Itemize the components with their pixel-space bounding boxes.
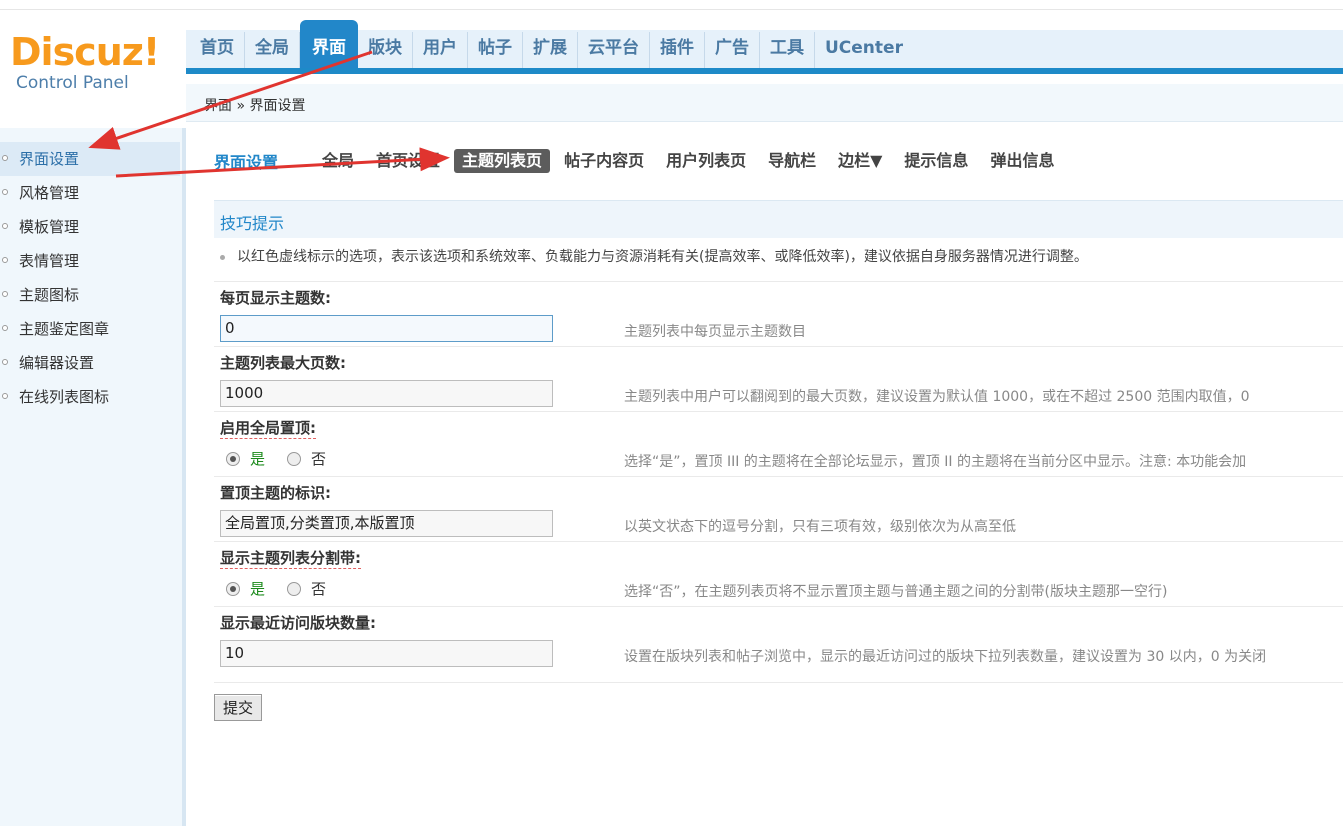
- label-max-pages: 主题列表最大页数:: [220, 354, 346, 372]
- nav-item-cloud[interactable]: 云平台: [578, 32, 650, 68]
- divider: [214, 541, 1343, 542]
- sidebar-item-label: 界面设置: [19, 150, 80, 168]
- nav-item-forums[interactable]: 版块: [358, 32, 413, 68]
- radio-label-no[interactable]: 否: [311, 448, 326, 469]
- breadcrumb-bar: 界面 » 界面设置: [186, 84, 1343, 122]
- tab-home-settings[interactable]: 首页设置: [368, 149, 448, 173]
- sidebar-spacer: [0, 128, 182, 142]
- bullet-icon: [2, 257, 8, 263]
- hint-topics-per-page: 主题列表中每页显示主题数目: [624, 324, 806, 340]
- separator-yes-radio[interactable]: [226, 581, 240, 596]
- divider: [214, 281, 1343, 282]
- nav-item-global[interactable]: 全局: [245, 32, 300, 68]
- tab-global[interactable]: 全局: [314, 149, 362, 173]
- hint-separator: 选择“否”，在主题列表页将不显示置顶主题与普通主题之间的分割带(版块主题那一空行…: [624, 584, 1168, 600]
- sidebar-item-label: 模板管理: [19, 218, 80, 236]
- tab-prompts[interactable]: 提示信息: [896, 149, 976, 173]
- tab-popups[interactable]: 弹出信息: [982, 149, 1062, 173]
- top-nav: 首页 全局 界面 版块 用户 帖子 扩展 云平台 插件 广告 工具 UCente…: [190, 20, 913, 68]
- radio-label-no[interactable]: 否: [311, 578, 326, 599]
- tips-header: 技巧提示: [214, 200, 1343, 238]
- radio-label-yes[interactable]: 是: [250, 448, 265, 469]
- sidebar-item-online-icons[interactable]: 在线列表图标: [0, 380, 182, 414]
- nav-item-ucenter[interactable]: UCenter: [815, 32, 913, 68]
- sidebar-item-interface-settings[interactable]: 界面设置: [0, 142, 180, 176]
- sticky-labels-input[interactable]: 全局置顶,分类置顶,本版置顶: [220, 510, 553, 537]
- label-topics-per-page: 每页显示主题数:: [220, 289, 331, 307]
- recent-forums-input[interactable]: 10: [220, 640, 553, 667]
- bullet-icon: [2, 155, 8, 161]
- divider: [214, 682, 1343, 683]
- label-separator: 显示主题列表分割带:: [220, 549, 361, 569]
- nav-item-posts[interactable]: 帖子: [468, 32, 523, 68]
- sidebar-item-label: 主题图标: [19, 286, 80, 304]
- sidebar: 界面设置 风格管理 模板管理 表情管理 主题图标 主题鉴定图章 编辑器设置 在线…: [0, 128, 186, 826]
- topics-per-page-input[interactable]: 0: [220, 315, 553, 342]
- sidebar-item-label: 在线列表图标: [19, 388, 110, 406]
- tip-line: 以红色虚线标示的选项，表示该选项和系统效率、负载能力与资源消耗有关(提高效率、或…: [220, 246, 1088, 266]
- nav-item-ads[interactable]: 广告: [705, 32, 760, 68]
- bullet-icon: [2, 291, 8, 297]
- breadcrumb: 界面 » 界面设置: [204, 98, 306, 114]
- label-recent-forums: 显示最近访问版块数量:: [220, 614, 376, 632]
- logo-brand: Discuz!: [10, 30, 160, 74]
- global-sticky-radios: 是 否: [226, 448, 326, 469]
- sidebar-item-label: 编辑器设置: [19, 354, 95, 372]
- bullet-icon: [220, 254, 225, 260]
- discuz-logo: Discuz! Control Panel: [10, 30, 160, 93]
- section-title: 界面设置: [214, 153, 279, 172]
- tab-member-list[interactable]: 用户列表页: [658, 149, 754, 173]
- divider: [214, 476, 1343, 477]
- bullet-icon: [2, 189, 8, 195]
- bullet-icon: [2, 393, 8, 399]
- logo-subtitle: Control Panel: [16, 73, 129, 93]
- submit-button[interactable]: 提交: [214, 694, 262, 721]
- label-sticky-labels: 置顶主题的标识:: [220, 484, 331, 502]
- sub-nav: 界面设置 全局 首页设置 主题列表页 帖子内容页 用户列表页 导航栏 边栏▼ 提…: [214, 148, 1068, 174]
- nav-item-users[interactable]: 用户: [413, 32, 468, 68]
- nav-item-interface[interactable]: 界面: [300, 20, 358, 68]
- tab-sidebar-dropdown[interactable]: 边栏▼: [830, 149, 890, 173]
- max-pages-input[interactable]: 1000: [220, 380, 553, 407]
- hint-recent-forums: 设置在版块列表和帖子浏览中，显示的最近访问过的版块下拉列表数量，建议设置为 30…: [624, 649, 1267, 665]
- sidebar-item-label: 风格管理: [19, 184, 80, 202]
- label-global-sticky: 启用全局置顶:: [220, 419, 316, 439]
- bullet-icon: [2, 359, 8, 365]
- sidebar-item-stamps[interactable]: 主题鉴定图章: [0, 312, 182, 346]
- sidebar-item-label: 表情管理: [19, 252, 80, 270]
- hint-sticky-labels: 以英文状态下的逗号分割，只有三项有效，级别依次为从高至低: [624, 519, 1016, 535]
- global-sticky-no-radio[interactable]: [287, 451, 302, 466]
- sidebar-item-label: 主题鉴定图章: [19, 320, 110, 338]
- tips-title: 技巧提示: [220, 214, 285, 233]
- nav-item-home[interactable]: 首页: [190, 32, 245, 68]
- divider: [214, 411, 1343, 412]
- sidebar-item-smilies[interactable]: 表情管理: [0, 244, 182, 278]
- separator-no-radio[interactable]: [287, 581, 302, 596]
- sidebar-item-thread-icons[interactable]: 主题图标: [0, 278, 182, 312]
- browser-top-strip: [0, 0, 1343, 10]
- tip-text: 以红色虚线标示的选项，表示该选项和系统效率、负载能力与资源消耗有关(提高效率、或…: [237, 249, 1088, 265]
- tab-navbar[interactable]: 导航栏: [760, 149, 824, 173]
- nav-item-tools[interactable]: 工具: [760, 32, 815, 68]
- top-nav-underline: [186, 68, 1343, 74]
- sidebar-item-templates[interactable]: 模板管理: [0, 210, 182, 244]
- divider: [214, 346, 1343, 347]
- nav-item-extend[interactable]: 扩展: [523, 32, 578, 68]
- nav-item-plugins[interactable]: 插件: [650, 32, 705, 68]
- hint-max-pages: 主题列表中用户可以翻阅到的最大页数，建议设置为默认值 1000，或在不超过 25…: [624, 389, 1250, 405]
- bullet-icon: [2, 325, 8, 331]
- bullet-icon: [2, 223, 8, 229]
- radio-label-yes[interactable]: 是: [250, 578, 265, 599]
- tab-thread-list[interactable]: 主题列表页: [454, 149, 551, 173]
- hint-global-sticky: 选择“是”，置顶 III 的主题将在全部论坛显示，置顶 II 的主题将在当前分区…: [624, 454, 1247, 470]
- sidebar-item-styles[interactable]: 风格管理: [0, 176, 182, 210]
- divider: [214, 606, 1343, 607]
- main-content: 界面设置 全局 首页设置 主题列表页 帖子内容页 用户列表页 导航栏 边栏▼ 提…: [200, 128, 1343, 826]
- separator-radios: 是 否: [226, 578, 326, 599]
- global-sticky-yes-radio[interactable]: [226, 451, 240, 466]
- sidebar-item-editor[interactable]: 编辑器设置: [0, 346, 182, 380]
- tab-post-content[interactable]: 帖子内容页: [556, 149, 652, 173]
